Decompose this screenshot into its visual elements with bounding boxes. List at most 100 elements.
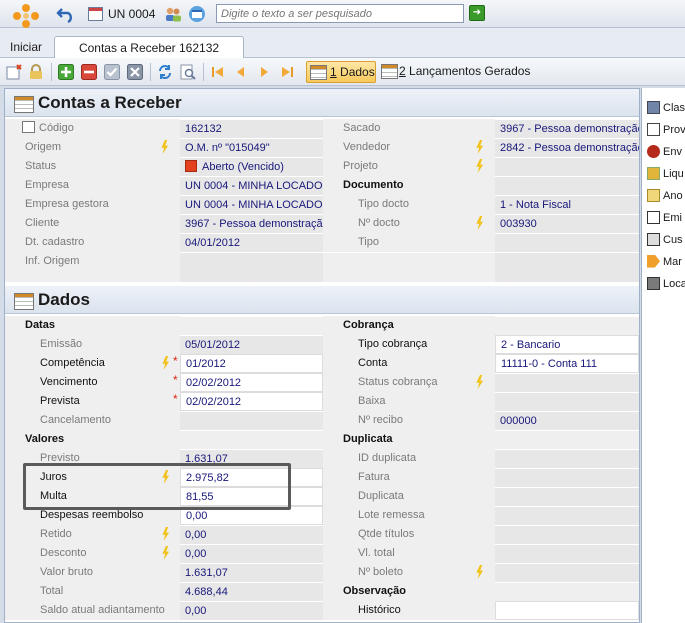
empty-cell: [495, 316, 639, 335]
empty-cell: [180, 316, 323, 335]
form-row: Desconto 0,00 Vl. total: [5, 544, 639, 563]
tab-lancamentos-button[interactable]: 2 Lançamentos Gerados: [378, 61, 538, 83]
side-item-cus[interactable]: Cus: [647, 231, 685, 249]
form-row: Inf. Origem: [5, 252, 639, 282]
side-item-classificacao[interactable]: Clas: [647, 99, 685, 117]
field-value-tipo-docto: 1 - Nota Fiscal: [495, 195, 639, 214]
form-row: Saldo atual adiantamento 0,00 Histórico: [5, 601, 639, 620]
lock-icon[interactable]: [28, 64, 44, 80]
remove-icon[interactable]: [81, 64, 97, 80]
field-label-n-recibo: Nº recibo: [323, 411, 495, 430]
confirm-icon[interactable]: [104, 64, 120, 80]
form-row: Emissão 05/01/2012 Tipo cobrança 2 - Ban…: [5, 335, 639, 354]
refresh-icon[interactable]: [157, 64, 173, 80]
status-badge: [185, 160, 197, 173]
users-icon[interactable]: [164, 5, 182, 23]
business-unit-selector[interactable]: UN 0004: [88, 4, 156, 24]
field-label-duplicata: Duplicata: [323, 487, 495, 506]
field-value-fatura: [495, 468, 639, 487]
section-dados[interactable]: Dados: [5, 286, 639, 314]
field-value-tipo: [495, 233, 639, 252]
field-value-projeto: [495, 157, 639, 176]
field-label-historico: Histórico: [323, 601, 495, 620]
side-item-loca[interactable]: Loca: [647, 275, 685, 293]
tipo-cobranca-select[interactable]: 2 - Bancario: [495, 335, 639, 354]
field-label-vl-total: Vl. total: [323, 544, 495, 563]
field-label-projeto: Projeto: [323, 157, 495, 176]
empty-cell: [495, 430, 639, 449]
field-label-vendedor: Vendedor: [323, 138, 495, 157]
field-label-tipo-docto: Tipo docto: [323, 195, 495, 214]
form-row: Código 162132 Sacado 3967 - Pessoa demon…: [5, 119, 639, 138]
section-title: Dados: [38, 290, 90, 309]
field-label-status: Status: [5, 157, 180, 176]
field-value-status: Aberto (Vencido): [180, 157, 323, 176]
tab-dados-shortcut: 1: [330, 65, 337, 79]
field-label-retido: Retido: [5, 525, 180, 544]
section-contas-a-receber[interactable]: Contas a Receber: [5, 89, 639, 117]
side-item-mar[interactable]: Mar: [647, 253, 685, 271]
historico-input[interactable]: [495, 601, 639, 620]
field-value-emissao: 05/01/2012: [180, 335, 323, 354]
field-value-status-cobranca: [495, 373, 639, 392]
previous-record-icon[interactable]: [233, 64, 249, 80]
bug-icon: [647, 144, 660, 158]
start-button-label[interactable]: Iniciar: [0, 40, 52, 56]
side-item-emi[interactable]: Emi: [647, 209, 685, 227]
field-value-n-recibo: 000000: [495, 411, 639, 430]
competencia-input[interactable]: 01/2012: [180, 354, 323, 373]
field-value-valor-bruto: 1.631,07: [180, 563, 323, 582]
form-row: Cliente 3967 - Pessoa demonstração Nº do…: [5, 214, 639, 233]
side-item-prov[interactable]: Prov: [647, 121, 685, 139]
new-record-icon[interactable]: [6, 64, 22, 80]
form-row: Total 4.688,44 Observação: [5, 582, 639, 601]
first-record-icon[interactable]: [210, 64, 226, 80]
form-row: Datas Cobrança: [5, 316, 639, 335]
window-icon[interactable]: [188, 5, 206, 23]
grid-icon: [14, 293, 34, 310]
cancel-icon[interactable]: [127, 64, 143, 80]
prevista-input[interactable]: 02/02/2012: [180, 392, 323, 411]
add-icon[interactable]: [58, 64, 74, 80]
undo-icon[interactable]: [56, 5, 76, 23]
preview-icon[interactable]: [180, 64, 196, 80]
empty-cell: [495, 582, 639, 601]
field-label-sacado: Sacado: [323, 119, 495, 138]
form-row: Vencimento * 02/02/2012 Status cobrança: [5, 373, 639, 392]
side-item-ano[interactable]: Ano: [647, 187, 685, 205]
side-item-env[interactable]: Env: [647, 143, 685, 161]
field-value-id-duplicata: [495, 449, 639, 468]
tab-dados-button[interactable]: 1 Dados: [306, 61, 376, 83]
field-value-lote-remessa: [495, 506, 639, 525]
search-go-button[interactable]: ➜: [469, 5, 485, 21]
highlight-box: [23, 463, 291, 510]
arrow-right-icon: ➜: [472, 7, 482, 18]
field-value-n-docto: 003930: [495, 214, 639, 233]
form-icon: [647, 210, 660, 224]
field-label-vencimento: Vencimento: [5, 373, 180, 392]
conta-select[interactable]: 11111-0 - Conta 111: [495, 354, 639, 373]
required-asterisk: *: [173, 354, 178, 368]
field-label-origem: Origem: [5, 138, 180, 157]
field-value-documento: [495, 176, 639, 195]
field-label-id-duplicata: ID duplicata: [323, 449, 495, 468]
field-value-n-boleto: [495, 563, 639, 582]
tab-contas-a-receber[interactable]: Contas a Receber 162132: [54, 36, 244, 59]
last-record-icon[interactable]: [279, 64, 295, 80]
field-label-lote-remessa: Lote remessa: [323, 506, 495, 525]
side-item-liqu[interactable]: Liqu: [647, 165, 685, 183]
section-title: Contas a Receber: [38, 93, 182, 112]
field-label-empresa-gestora: Empresa gestora: [5, 195, 180, 214]
group-label-documento: Documento: [323, 176, 495, 195]
field-label-desconto: Desconto: [5, 544, 180, 563]
field-label-inf-origem: Inf. Origem: [5, 252, 180, 282]
field-label-qtde-titulos: Qtde títulos: [323, 525, 495, 544]
money-icon: [647, 166, 660, 180]
field-label-baixa: Baixa: [323, 392, 495, 411]
search-input[interactable]: [216, 4, 464, 23]
form-panel: Contas a Receber Código 162132 Sacado 39…: [4, 88, 640, 623]
field-value-codigo: 162132: [180, 119, 323, 138]
next-record-icon[interactable]: [256, 64, 272, 80]
vencimento-input[interactable]: 02/02/2012: [180, 373, 323, 392]
field-label-fatura: Fatura: [323, 468, 495, 487]
